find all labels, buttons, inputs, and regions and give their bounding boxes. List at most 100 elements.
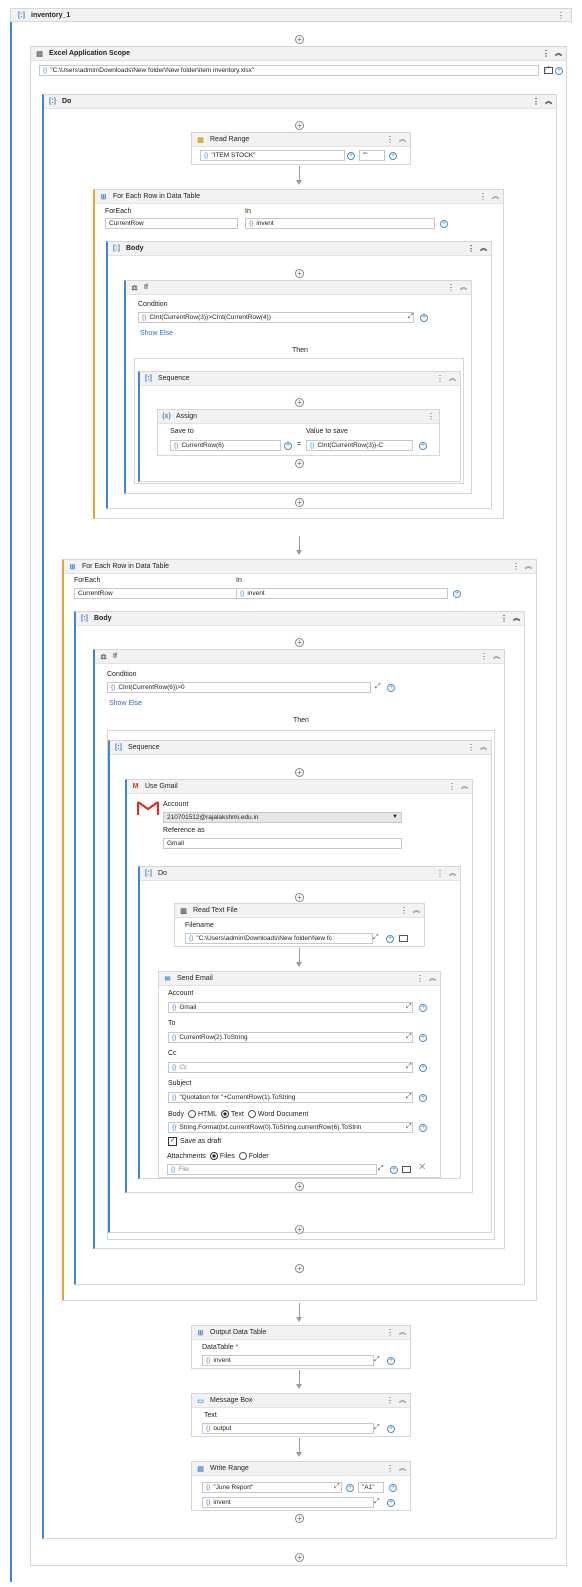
start-cell-field[interactable]: "A1" <box>358 1482 384 1493</box>
menu-dots-icon[interactable]: ⋮ <box>479 190 487 204</box>
expand-editor-icon[interactable]: ⤢ <box>406 1063 412 1071</box>
menu-dots-icon[interactable]: ⋮ <box>448 780 456 794</box>
output-data-table-card[interactable]: ⊞ Output Data Table ⋮ ︽ DataTable * {} in… <box>191 1325 411 1369</box>
expand-editor-icon[interactable]: ⤢ <box>374 1356 380 1364</box>
read-text-file-card[interactable]: ▥ Read Text File ⋮ ︽ Filename {} "C:\User… <box>174 903 425 947</box>
send-email-card[interactable]: ✉ Send Email ⋮ ︽ Account {} Gmail ⤢ + To … <box>158 971 441 1153</box>
add-variable-icon[interactable]: + <box>346 1484 354 1492</box>
expand-editor-icon[interactable]: ⤢ <box>408 313 414 321</box>
read-range-card[interactable]: ▦ Read Range ⋮ ︽ {} "ITEM STOCK" + "" + <box>191 132 411 165</box>
add-variable-icon[interactable]: + <box>419 442 427 450</box>
menu-dots-icon[interactable]: ⋮ <box>436 372 444 386</box>
add-variable-icon[interactable]: + <box>389 1484 397 1492</box>
datatable-field[interactable]: {} invent <box>202 1497 374 1508</box>
foreach-variable-field[interactable]: CurrentRow <box>105 218 238 229</box>
add-variable-icon[interactable]: + <box>453 590 461 598</box>
add-variable-icon[interactable]: + <box>347 152 355 160</box>
add-variable-icon[interactable]: + <box>387 1425 395 1433</box>
menu-dots-icon[interactable]: ⋮ <box>480 650 488 664</box>
expand-editor-icon[interactable]: ⤢ <box>406 1093 412 1101</box>
menu-dots-icon[interactable]: ⋮ <box>436 867 444 881</box>
text-field[interactable]: {} output <box>202 1423 374 1434</box>
remove-icon[interactable]: ✕ <box>418 1163 426 1173</box>
collapse-icon[interactable]: ︽ <box>480 741 487 755</box>
collapse-icon[interactable]: ︽ <box>399 1394 406 1408</box>
account-dropdown[interactable]: 210701512@rajalakshmi.edu.in ▼ <box>163 812 402 823</box>
sheet-name-field[interactable]: {} "June Report" <box>202 1482 342 1493</box>
menu-dots-icon[interactable]: ⋮ <box>386 1326 394 1340</box>
expand-editor-icon[interactable]: ⤢ <box>406 1123 412 1131</box>
show-else-link[interactable]: Show Else <box>109 700 142 707</box>
range-field[interactable]: "" <box>359 150 385 161</box>
menu-dots-icon[interactable]: ⋮ <box>400 904 408 918</box>
in-datatable-field[interactable]: {} invent <box>236 588 448 599</box>
collapse-icon[interactable]: ︽ <box>429 972 436 986</box>
add-activity-button[interactable]: + <box>295 269 304 278</box>
add-variable-icon[interactable]: + <box>419 1124 427 1132</box>
collapse-icon[interactable]: ︽ <box>399 1462 406 1476</box>
add-variable-icon[interactable]: + <box>440 220 448 228</box>
save-draft-checkbox[interactable]: ✓ <box>168 1137 177 1146</box>
value-to-save-field[interactable]: {} CInt(CurrentRow(3))-C <box>306 440 413 451</box>
add-variable-icon[interactable]: + <box>387 1357 395 1365</box>
add-variable-icon[interactable]: + <box>386 935 394 943</box>
add-activity-button[interactable]: + <box>295 1514 304 1523</box>
add-activity-button[interactable]: + <box>295 768 304 777</box>
add-variable-icon[interactable]: + <box>390 1166 398 1174</box>
menu-dots-icon[interactable]: ⋮ <box>512 560 520 574</box>
expand-editor-icon[interactable]: ⤢ <box>334 1483 340 1491</box>
menu-dots-icon[interactable]: ⋮ <box>467 242 475 256</box>
menu-dots-icon[interactable]: ⋮ <box>416 972 424 986</box>
condition-field[interactable]: {} CInt(CurrentRow(6))>0 <box>107 682 371 693</box>
collapse-icon[interactable]: ︽ <box>399 133 406 147</box>
cc-field[interactable]: {} Cc <box>168 1062 413 1073</box>
menu-dots-icon[interactable]: ⋮ <box>542 47 550 61</box>
radio-word[interactable] <box>247 1110 256 1118</box>
menu-dots-icon[interactable]: ⋮ <box>500 612 508 626</box>
collapse-icon[interactable]: ︽ <box>493 650 500 664</box>
expand-editor-icon[interactable]: ⤢ <box>406 1003 412 1011</box>
expand-editor-icon[interactable]: ⤢ <box>374 1498 380 1506</box>
add-activity-button[interactable]: + <box>295 35 304 44</box>
add-variable-icon[interactable]: + <box>419 1064 427 1072</box>
collapse-icon[interactable]: ︽ <box>460 281 467 295</box>
body-field[interactable]: {} String.Format(txt,currentRow(0).ToStri… <box>168 1122 413 1133</box>
add-activity-button[interactable]: + <box>295 498 304 507</box>
file-field[interactable]: {} File <box>167 1164 377 1175</box>
collapse-icon[interactable]: ︽ <box>449 372 456 386</box>
foreach-variable-field[interactable]: CurrentRow <box>74 588 240 599</box>
show-else-link[interactable]: Show Else <box>140 330 173 337</box>
radio-folder[interactable] <box>238 1152 247 1160</box>
menu-dots-icon[interactable]: ⋮ <box>532 95 540 109</box>
expand-editor-icon[interactable]: ⤢ <box>406 1033 412 1041</box>
add-variable-icon[interactable]: + <box>387 684 395 692</box>
menu-dots-icon[interactable]: ⋮ <box>557 9 565 23</box>
menu-dots-icon[interactable]: ⋮ <box>386 1394 394 1408</box>
condition-field[interactable]: {} CInt(CurrentRow(3))>CInt(CurrentRow(4)… <box>138 312 414 323</box>
add-variable-icon[interactable]: + <box>555 67 563 75</box>
add-activity-button[interactable]: + <box>295 638 304 647</box>
add-variable-icon[interactable]: + <box>419 1034 427 1042</box>
add-activity-button[interactable]: + <box>295 121 304 130</box>
datatable-field[interactable]: {} invent <box>202 1355 374 1366</box>
filename-field[interactable]: {} "C:\Users\admin\Downloads\New folder\N… <box>185 933 373 944</box>
add-activity-button[interactable]: + <box>295 1264 304 1273</box>
menu-dots-icon[interactable]: ⋮ <box>386 133 394 147</box>
folder-icon[interactable] <box>402 1166 411 1173</box>
add-variable-icon[interactable]: + <box>419 1094 427 1102</box>
expand-editor-icon[interactable]: ⤢ <box>375 683 381 691</box>
menu-dots-icon[interactable]: ⋮ <box>386 1462 394 1476</box>
add-activity-button[interactable]: + <box>295 1182 304 1191</box>
add-variable-icon[interactable]: + <box>419 1004 427 1012</box>
add-activity-button[interactable]: + <box>295 1225 304 1234</box>
radio-files[interactable] <box>209 1152 218 1160</box>
menu-dots-icon[interactable]: ⋮ <box>447 281 455 295</box>
in-datatable-field[interactable]: {} invent <box>245 218 435 229</box>
add-activity-button[interactable]: + <box>295 1553 304 1562</box>
sheet-name-field[interactable]: {} "ITEM STOCK" <box>200 150 345 161</box>
collapse-icon[interactable]: ︽ <box>545 95 552 109</box>
add-variable-icon[interactable]: + <box>387 1499 395 1507</box>
add-variable-icon[interactable]: + <box>284 442 292 450</box>
collapse-icon[interactable]: ︽ <box>555 47 562 61</box>
collapse-icon[interactable]: ︽ <box>513 612 520 626</box>
